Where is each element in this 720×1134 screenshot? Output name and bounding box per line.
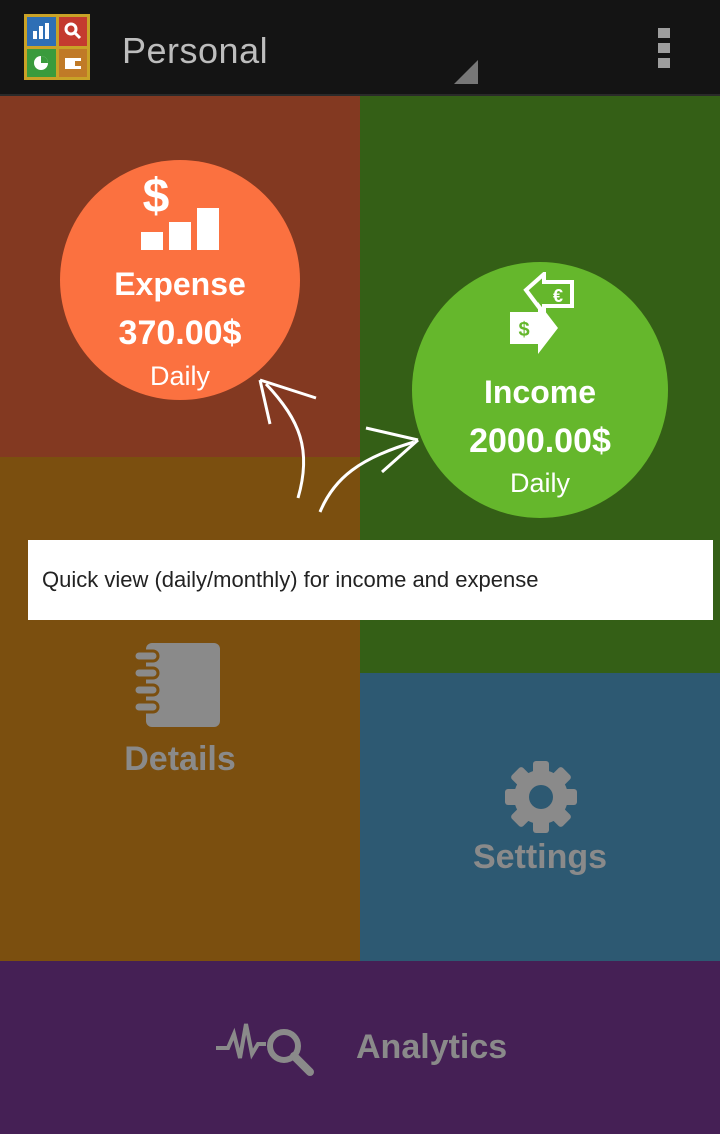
search-icon [58,17,87,46]
svg-text:€: € [553,286,563,306]
account-name: Personal [122,30,269,71]
analytics-label: Analytics [356,1028,508,1066]
dropdown-indicator-icon [454,60,478,84]
expense-period: Daily [149,361,210,391]
expense-summary-circle[interactable]: $ Expense 370.00$ Daily [60,160,300,400]
income-summary-circle[interactable]: € $ Income 2000.00$ Daily [412,262,668,518]
income-amount: 2000.00$ [469,422,611,460]
overflow-menu-icon[interactable] [648,24,680,72]
settings-label: Settings [472,838,608,876]
app-bar: Personal [0,0,720,96]
app-logo-icon[interactable] [24,14,90,80]
analytics-tile[interactable]: Analytics [0,961,720,1134]
bar-chart-icon [27,17,56,46]
account-selector[interactable]: Personal [122,26,482,86]
income-title: Income [483,374,597,410]
expense-amount: 370.00$ [118,314,242,352]
pie-chart-icon [27,48,56,77]
svg-text:$: $ [518,319,529,341]
details-label: Details [124,740,236,778]
tooltip-text: Quick view (daily/monthly) for income an… [42,567,539,592]
svg-text:$: $ [143,170,170,223]
wallet-icon [58,48,87,77]
pulse-search-icon [216,1023,314,1076]
gear-icon [505,761,577,833]
settings-tile[interactable]: Settings [360,673,720,961]
notebook-icon [132,643,220,727]
income-period: Daily [509,468,570,498]
tutorial-tooltip[interactable]: Quick view (daily/monthly) for income an… [28,540,713,620]
currency-exchange-icon: € $ [510,272,574,354]
expense-title: Expense [114,266,246,302]
dollar-bars-icon: $ [141,170,219,250]
details-tile[interactable]: Details [0,457,360,961]
